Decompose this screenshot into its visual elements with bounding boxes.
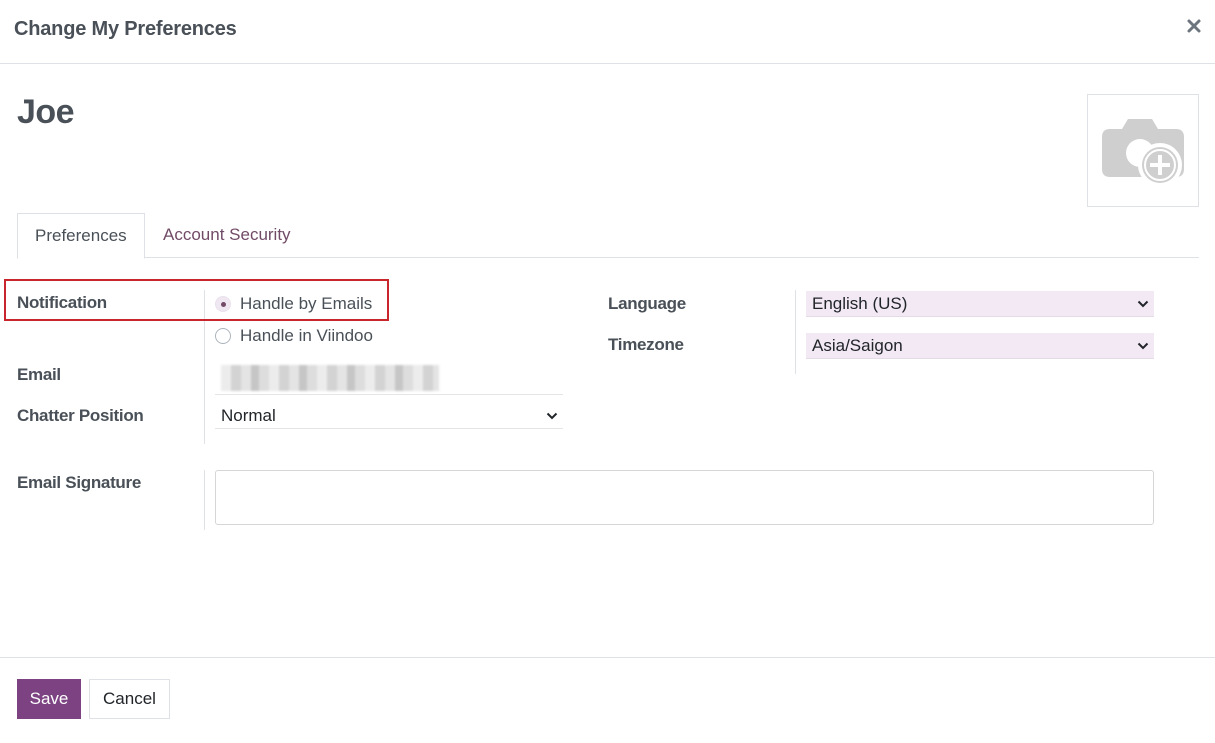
- timezone-select[interactable]: Asia/Saigon: [806, 333, 1154, 359]
- preferences-dialog: Change My Preferences Joe Preferences Ac…: [0, 0, 1215, 743]
- dialog-header: Change My Preferences: [0, 0, 1215, 64]
- dialog-title: Change My Preferences: [14, 18, 237, 40]
- close-icon-glyph: [1187, 19, 1201, 33]
- radio-handle-by-emails[interactable]: Handle by Emails: [215, 292, 372, 316]
- notification-label: Notification: [17, 293, 107, 312]
- right-column-divider: [795, 290, 796, 374]
- camera-plus-icon: [1102, 118, 1184, 187]
- record-name: Joe: [17, 93, 75, 131]
- dialog-footer: Save Cancel: [0, 657, 1215, 743]
- tab-preferences[interactable]: Preferences: [17, 213, 145, 259]
- chevron-down-icon: [1132, 291, 1154, 317]
- radio-handle-in-viindoo[interactable]: Handle in Viindoo: [215, 324, 373, 348]
- email-signature-input[interactable]: [215, 470, 1154, 525]
- radio-label: Handle by Emails: [240, 294, 373, 313]
- tab-account-security[interactable]: Account Security: [146, 213, 308, 258]
- cancel-button[interactable]: Cancel: [89, 679, 170, 719]
- chatter-position-select[interactable]: Normal: [215, 403, 563, 429]
- tab-bar: Preferences Account Security: [17, 213, 1199, 259]
- email-label: Email: [17, 365, 61, 384]
- avatar-upload[interactable]: [1087, 94, 1199, 207]
- left-column-divider: [204, 290, 205, 444]
- chevron-down-icon: [541, 403, 563, 429]
- email-signature-label: Email Signature: [17, 473, 141, 492]
- signature-divider: [204, 470, 205, 530]
- timezone-value: Asia/Saigon: [812, 335, 903, 355]
- radio-label: Handle in Viindoo: [240, 326, 373, 345]
- radio-button-checked[interactable]: [215, 296, 231, 312]
- radio-button-unchecked[interactable]: [215, 328, 231, 344]
- chatter-position-label: Chatter Position: [17, 406, 144, 425]
- save-button[interactable]: Save: [17, 679, 81, 719]
- language-label: Language: [608, 294, 686, 313]
- email-value-blurred: (blurred): [221, 365, 439, 391]
- language-select[interactable]: English (US): [806, 291, 1154, 317]
- close-icon[interactable]: [1183, 16, 1205, 38]
- chatter-position-value: Normal: [221, 405, 276, 425]
- timezone-label: Timezone: [608, 335, 684, 354]
- chevron-down-icon: [1132, 333, 1154, 359]
- email-field[interactable]: (blurred): [215, 362, 563, 395]
- language-value: English (US): [812, 293, 908, 313]
